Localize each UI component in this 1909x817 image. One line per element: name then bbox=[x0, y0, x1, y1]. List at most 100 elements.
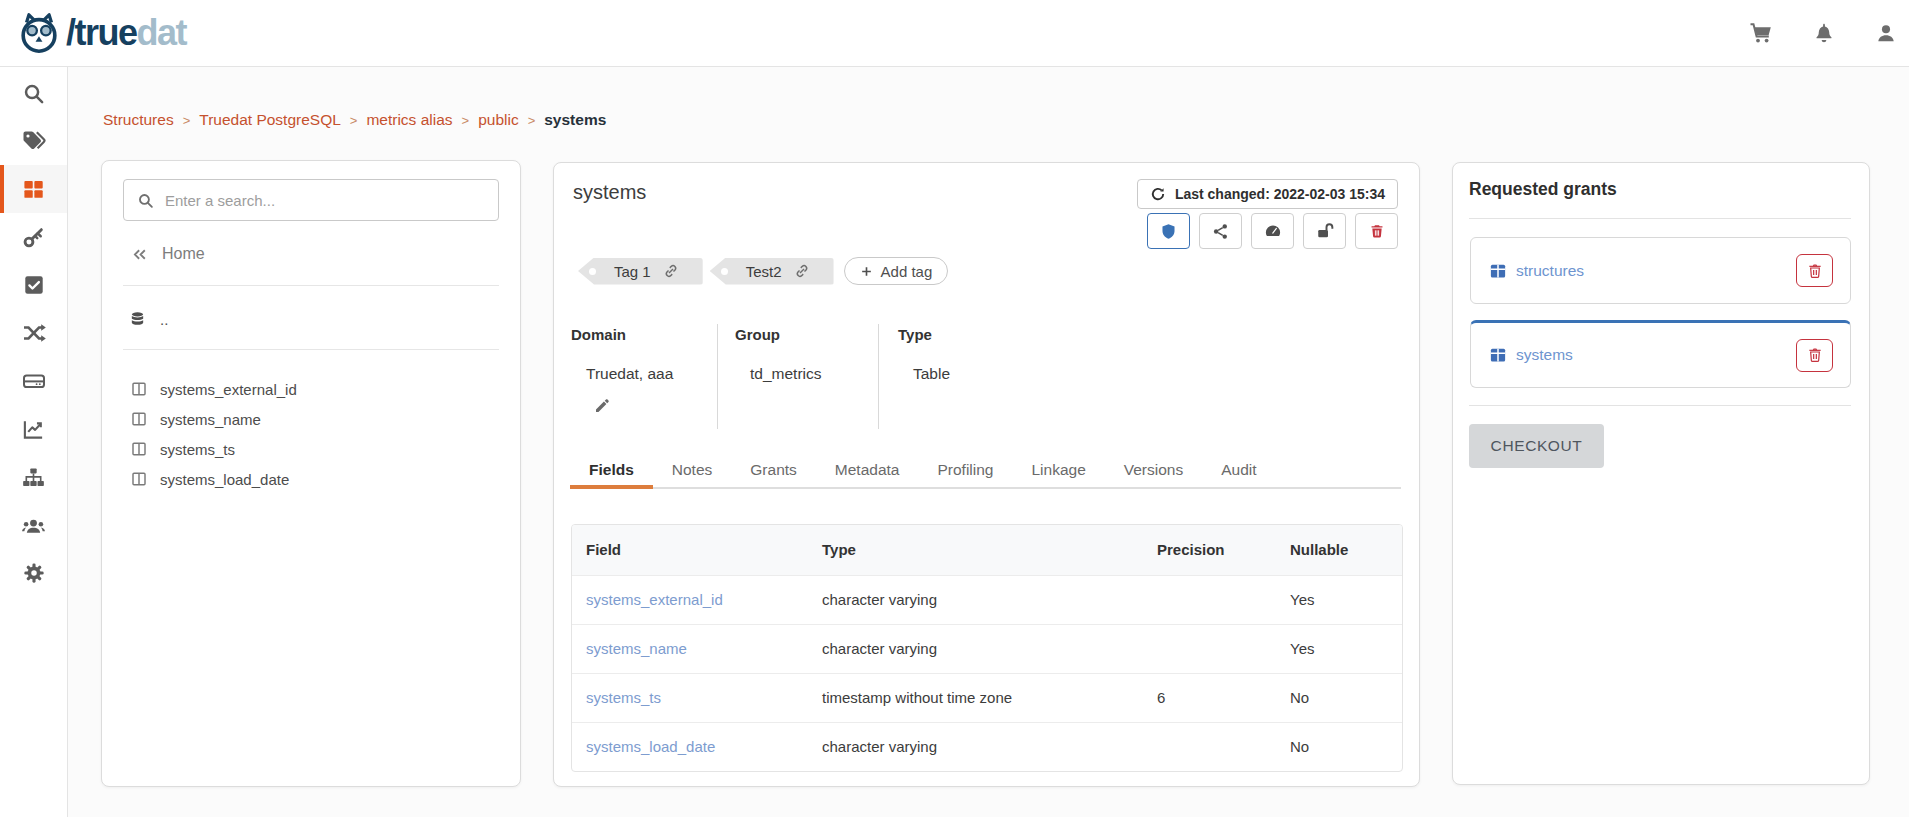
sidebar-item-lineage[interactable] bbox=[0, 309, 67, 357]
field-nullable: Yes bbox=[1290, 575, 1402, 624]
type-label: Type bbox=[898, 326, 1399, 343]
share-button[interactable] bbox=[1199, 213, 1242, 249]
table-header-row: Field Type Precision Nullable bbox=[572, 525, 1402, 575]
sidebar-item-taxonomy[interactable] bbox=[0, 453, 67, 501]
sidebar-item-systems[interactable] bbox=[0, 357, 67, 405]
check-square-icon bbox=[23, 274, 45, 296]
list-item[interactable]: systems_load_date bbox=[131, 464, 500, 494]
unlock-button[interactable] bbox=[1303, 213, 1346, 249]
sidebar-item-permissions[interactable] bbox=[0, 213, 67, 261]
divider bbox=[123, 285, 499, 286]
field-link[interactable]: systems_ts bbox=[586, 689, 661, 706]
structure-detail-panel: systems Last changed: 2022-02-03 15:34 bbox=[553, 162, 1420, 787]
key-icon bbox=[22, 226, 45, 249]
users-icon bbox=[21, 513, 46, 538]
table-icon bbox=[1489, 346, 1507, 364]
remove-grant-button[interactable] bbox=[1796, 254, 1833, 287]
side-rail bbox=[0, 67, 68, 817]
last-changed-button[interactable]: Last changed: 2022-02-03 15:34 bbox=[1137, 179, 1398, 209]
breadcrumb-link[interactable]: metrics alias bbox=[366, 111, 452, 129]
tag-label: Test2 bbox=[746, 263, 782, 280]
parent-folder-row[interactable]: .. bbox=[129, 307, 168, 331]
sidebar-item-structures[interactable] bbox=[0, 165, 67, 213]
tab-profiling[interactable]: Profiling bbox=[918, 455, 1012, 489]
tag-chip[interactable]: Test2 bbox=[710, 258, 834, 285]
page: /truedat bbox=[0, 0, 1909, 817]
add-tag-label: Add tag bbox=[881, 263, 933, 280]
bell-icon[interactable] bbox=[1813, 22, 1835, 44]
type-column: Type Table bbox=[878, 324, 1399, 429]
tab-grants[interactable]: Grants bbox=[731, 455, 816, 489]
field-link[interactable]: systems_load_date bbox=[586, 738, 715, 755]
chart-line-icon bbox=[22, 418, 45, 441]
grant-link[interactable]: structures bbox=[1489, 262, 1584, 280]
grant-link[interactable]: systems bbox=[1489, 346, 1573, 364]
link-icon[interactable] bbox=[663, 263, 679, 279]
home-label: Home bbox=[162, 245, 205, 263]
sidebar-item-tasks[interactable] bbox=[0, 261, 67, 309]
structure-browser-panel: Home .. systems_external_id systems_name… bbox=[101, 160, 521, 787]
field-type: timestamp without time zone bbox=[822, 673, 1157, 722]
field-link[interactable]: systems_name bbox=[586, 640, 687, 657]
field-link[interactable]: systems_external_id bbox=[586, 591, 723, 608]
search-input[interactable] bbox=[165, 192, 485, 209]
trash-icon bbox=[1807, 263, 1823, 279]
add-tag-button[interactable]: Add tag bbox=[844, 257, 949, 285]
trash-icon bbox=[1807, 347, 1823, 363]
list-item-label: systems_external_id bbox=[160, 381, 297, 398]
owl-logo-icon bbox=[16, 10, 62, 56]
delete-button[interactable] bbox=[1355, 213, 1398, 249]
cart-icon[interactable] bbox=[1749, 21, 1773, 45]
checkout-button[interactable]: CHECKOUT bbox=[1469, 424, 1604, 468]
sidebar-item-search[interactable] bbox=[0, 69, 67, 117]
double-chevron-left-icon bbox=[131, 246, 148, 263]
truedat-logo[interactable]: /truedat bbox=[16, 10, 186, 56]
tag-chip[interactable]: Tag 1 bbox=[578, 258, 703, 285]
field-type: character varying bbox=[822, 722, 1157, 771]
tab-fields[interactable]: Fields bbox=[570, 455, 653, 489]
home-nav[interactable]: Home bbox=[131, 245, 205, 263]
edit-domain-button[interactable] bbox=[594, 398, 610, 418]
gear-icon bbox=[23, 562, 45, 584]
tab-linkage[interactable]: Linkage bbox=[1012, 455, 1104, 489]
sidebar-item-settings[interactable] bbox=[0, 549, 67, 597]
link-icon[interactable] bbox=[794, 263, 810, 279]
tab-audit[interactable]: Audit bbox=[1202, 455, 1275, 489]
breadcrumb-current: systems bbox=[544, 111, 606, 129]
grant-item: systems bbox=[1470, 320, 1851, 388]
sidebar-item-tags[interactable] bbox=[0, 117, 67, 165]
columns-icon bbox=[131, 381, 147, 397]
detail-tabs: Fields Notes Grants Metadata Profiling L… bbox=[570, 455, 1401, 489]
tab-metadata[interactable]: Metadata bbox=[816, 455, 919, 489]
grant-label: structures bbox=[1516, 262, 1584, 280]
field-precision: 6 bbox=[1157, 673, 1290, 722]
breadcrumb-link[interactable]: Truedat PostgreSQL bbox=[199, 111, 341, 129]
breadcrumb-link[interactable]: public bbox=[478, 111, 519, 129]
profile-button[interactable] bbox=[1251, 213, 1294, 249]
table-row: systems_load_date character varying No bbox=[572, 722, 1402, 771]
table-row: systems_ts timestamp without time zone 6… bbox=[572, 673, 1402, 722]
tags-row: Tag 1 Test2 Add tag bbox=[578, 257, 948, 285]
group-column: Group td_metrics bbox=[717, 324, 878, 429]
sitemap-icon bbox=[22, 466, 45, 489]
field-type: character varying bbox=[822, 575, 1157, 624]
table-icon bbox=[1489, 262, 1507, 280]
table-row: systems_external_id character varying Ye… bbox=[572, 575, 1402, 624]
tab-versions[interactable]: Versions bbox=[1105, 455, 1202, 489]
tab-notes[interactable]: Notes bbox=[653, 455, 732, 489]
remove-grant-button[interactable] bbox=[1796, 339, 1833, 372]
breadcrumb-link[interactable]: Structures bbox=[103, 111, 174, 129]
top-icons bbox=[1749, 21, 1897, 45]
list-item-label: systems_ts bbox=[160, 441, 235, 458]
list-item[interactable]: systems_ts bbox=[131, 434, 500, 464]
protect-button[interactable] bbox=[1147, 213, 1190, 249]
sidebar-item-users[interactable] bbox=[0, 501, 67, 549]
column-header-type: Type bbox=[822, 525, 1157, 575]
action-buttons bbox=[1147, 213, 1398, 249]
list-item[interactable]: systems_name bbox=[131, 404, 500, 434]
list-item[interactable]: systems_external_id bbox=[131, 374, 500, 404]
grant-item: structures bbox=[1470, 237, 1851, 304]
requested-grants-panel: Requested grants structures systems CHEC… bbox=[1452, 162, 1870, 785]
sidebar-item-dashboards[interactable] bbox=[0, 405, 67, 453]
user-icon[interactable] bbox=[1875, 22, 1897, 44]
